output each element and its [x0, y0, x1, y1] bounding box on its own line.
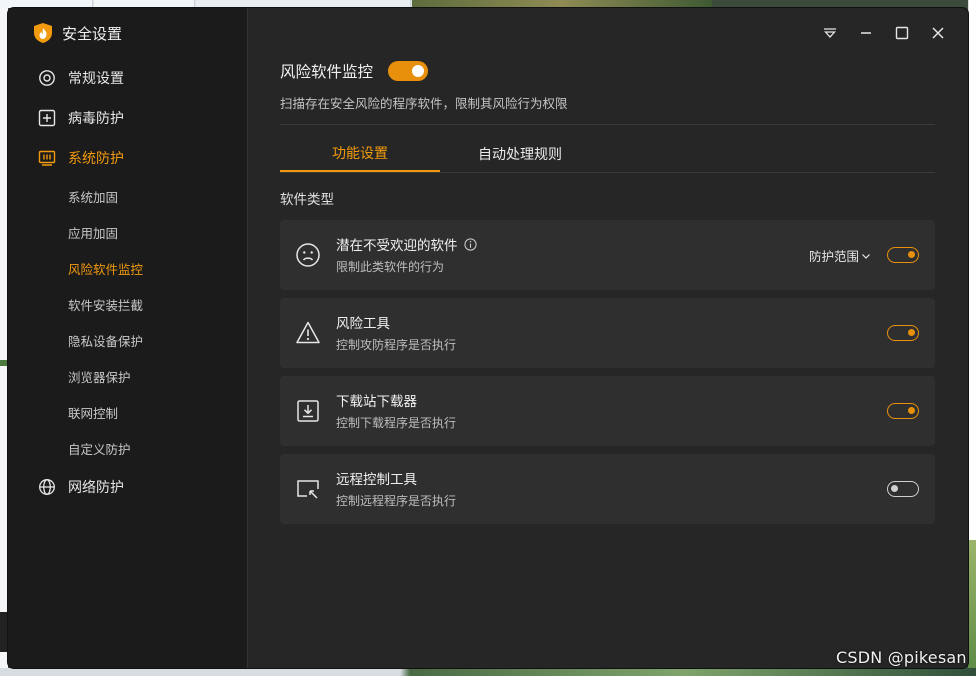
background-taskbar-strip: [0, 668, 976, 676]
software-type-card: 远程控制工具 控制远程程序是否执行: [280, 454, 935, 524]
sidebar-subitem-custom-protection[interactable]: 自定义防护: [68, 436, 131, 460]
card-description: 控制下载程序是否执行: [336, 416, 457, 430]
tab-auto-rules[interactable]: 自动处理规则: [440, 136, 600, 171]
background-browser-tabs: [0, 0, 412, 8]
sidebar-subitem-app-hardening[interactable]: 应用加固: [68, 220, 118, 244]
protection-scope-label: 防护范围: [808, 250, 859, 264]
sidebar-item-label: 系统防护: [68, 150, 124, 166]
remote-screen-icon: [294, 475, 322, 503]
sidebar-item-general[interactable]: 常规设置: [8, 60, 247, 96]
page-subtitle: 扫描存在安全风险的程序软件，限制其风险行为权限: [280, 97, 568, 111]
card-title: 潜在不受欢迎的软件: [336, 234, 477, 254]
chevron-down-icon: [862, 253, 870, 259]
background-stripe: [0, 612, 8, 652]
background-tab: [196, 0, 411, 8]
card-title: 远程控制工具: [336, 472, 417, 487]
risk-tools-toggle[interactable]: [887, 325, 919, 341]
background-tab: [94, 0, 195, 8]
watermark: CSDN @pikesan: [836, 648, 967, 667]
card-title: 风险工具: [336, 316, 390, 331]
flame-shield-logo-icon: [34, 23, 52, 43]
background-wallpaper: [412, 0, 712, 8]
card-description: 控制远程程序是否执行: [336, 494, 457, 508]
risk-monitor-master-toggle[interactable]: [388, 61, 428, 81]
download-icon: [294, 397, 322, 425]
background-browser-edge: [0, 8, 8, 676]
sidebar-item-label: 常规设置: [68, 70, 124, 86]
protection-scope-dropdown[interactable]: 防护范围: [809, 246, 871, 265]
sidebar-subitem-risk-software-monitor[interactable]: 风险软件监控: [68, 256, 143, 280]
settings-icon: [38, 69, 56, 87]
card-description: 控制攻防程序是否执行: [336, 338, 457, 352]
sidebar-subitem-system-hardening[interactable]: 系统加固: [68, 184, 118, 208]
software-type-card: 下载站下载器 控制下载程序是否执行: [280, 376, 935, 446]
info-icon[interactable]: [463, 237, 477, 251]
tab-function-settings[interactable]: 功能设置: [280, 136, 440, 172]
settings-window: 安全设置 常规设置 病毒防护 系统防护 系统加固 应用加固 风险软件监控 软件安…: [8, 8, 968, 668]
card-description: 限制此类软件的行为: [336, 260, 445, 274]
main-content: 风险软件监控 扫描存在安全风险的程序软件，限制其风险行为权限 功能设置 自动处理…: [248, 8, 968, 668]
tab-bar: 功能设置 自动处理规则: [280, 136, 935, 173]
section-label: 软件类型: [280, 192, 334, 207]
warning-triangle-icon: [294, 319, 322, 347]
sidebar-subitem-browser-protection[interactable]: 浏览器保护: [68, 364, 131, 388]
plus-square-icon: [38, 109, 56, 127]
card-title-text: 潜在不受欢迎的软件: [336, 238, 458, 253]
software-type-card: 风险工具 控制攻防程序是否执行: [280, 298, 935, 368]
sidebar-item-system-protection[interactable]: 系统防护: [8, 140, 247, 176]
pua-toggle[interactable]: [887, 247, 919, 263]
software-type-card: 潜在不受欢迎的软件 限制此类软件的行为 防护范围: [280, 220, 935, 290]
background-stripe: [0, 360, 8, 366]
sidebar: 安全设置 常规设置 病毒防护 系统防护 系统加固 应用加固 风险软件监控 软件安…: [8, 8, 248, 668]
sidebar-item-label: 病毒防护: [68, 110, 124, 126]
system-chip-icon: [38, 149, 56, 167]
sidebar-item-label: 网络防护: [68, 479, 124, 495]
sad-face-icon: [294, 241, 322, 269]
sidebar-subitem-install-intercept[interactable]: 软件安装拦截: [68, 292, 143, 316]
remote-control-toggle[interactable]: [887, 481, 919, 497]
globe-icon: [38, 478, 56, 496]
sidebar-item-network-protection[interactable]: 网络防护: [8, 469, 247, 505]
app-title: 安全设置: [32, 22, 122, 44]
app-title-label: 安全设置: [62, 25, 123, 43]
background-page-edge: [968, 0, 976, 540]
sidebar-item-virus-protection[interactable]: 病毒防护: [8, 100, 247, 136]
divider: [280, 124, 935, 125]
card-title: 下载站下载器: [336, 394, 417, 409]
sidebar-subitem-privacy-device[interactable]: 隐私设备保护: [68, 328, 143, 352]
background-wallpaper: [968, 540, 976, 676]
background-tab: [0, 0, 93, 8]
sidebar-subitem-network-control[interactable]: 联网控制: [68, 400, 118, 424]
downloader-toggle[interactable]: [887, 403, 919, 419]
page-title: 风险软件监控: [280, 64, 374, 81]
